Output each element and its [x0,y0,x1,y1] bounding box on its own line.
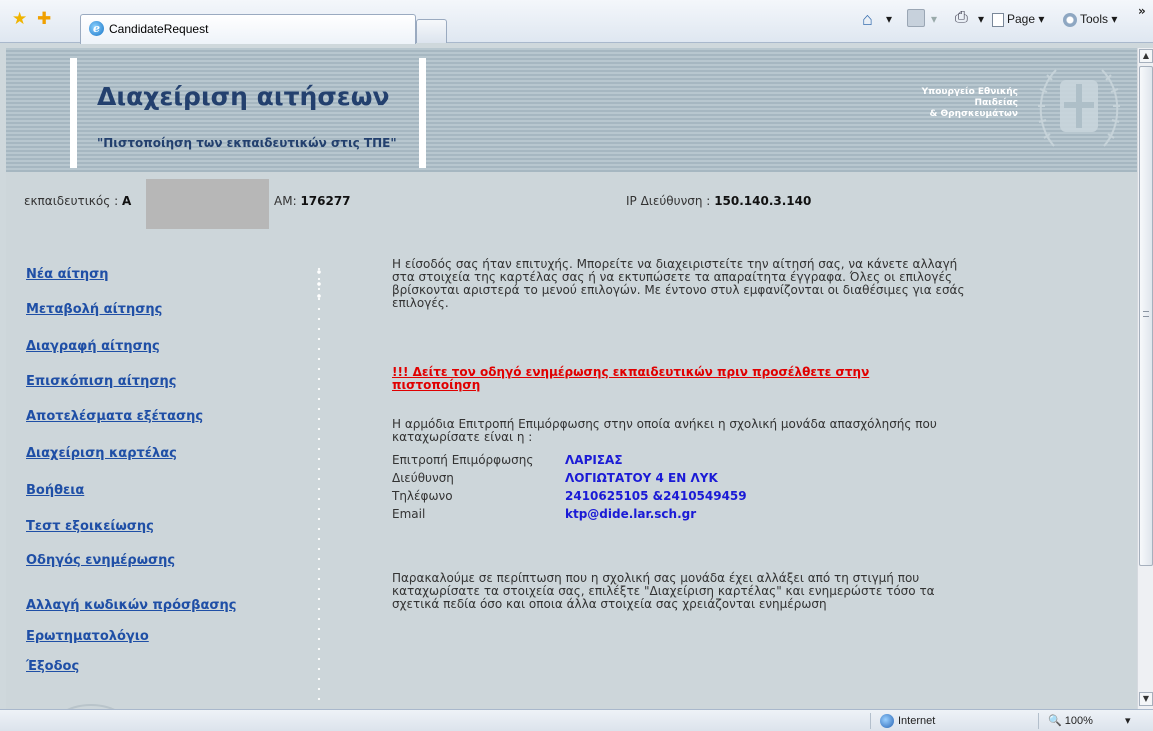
ip-field: IP Διεύθυνση : 150.140.3.140 [626,194,811,208]
scrollbar-thumb[interactable] [1139,66,1153,566]
browser-tab-active[interactable]: e CandidateRequest [80,14,416,44]
address-value: ΛΟΓΙΩΤΑΤΟΥ 4 ΕΝ ΛΥΚ [565,471,718,485]
menu-item-manage-profile[interactable]: Διαχείριση καρτέλας [26,446,177,461]
page-menu-button[interactable]: Page ▾ [992,12,1044,27]
menu-item-help[interactable]: Βοήθεια [26,483,84,498]
title-block: Διαχείριση αιτήσεων "Πιστοποίηση των εκπ… [70,58,426,168]
tools-menu-button[interactable]: Tools ▾ [1063,12,1117,27]
zoom-dropdown-icon[interactable]: ▾ [1125,714,1131,727]
ministry-line: Παιδείας [974,98,1018,108]
dotted-divider-accent [316,266,322,306]
toolbar-overflow-icon[interactable]: » [1138,4,1146,18]
redacted-name-block [146,179,269,229]
menu-item-guide[interactable]: Οδηγός ενημέρωσης [26,553,175,568]
ministry-name: Υπουργείο Εθνικής Παιδείας & Θρησκευμάτω… [922,87,1018,120]
page-icon [992,12,1004,27]
teacher-field: εκπαιδευτικός : Α [24,194,131,208]
home-icon[interactable]: ⌂ [862,9,873,30]
footer-emblem-icon [67,704,115,709]
security-zone[interactable]: Internet [880,714,935,728]
email-value: ktp@dide.lar.sch.gr [565,507,697,521]
page-menu-label: Page [1007,12,1036,26]
menu-item-questionnaire[interactable]: Ερωτηματολόγιο [26,629,149,644]
favorites-star-icon[interactable]: ★ [12,11,27,28]
zoom-value: 100% [1064,715,1093,727]
globe-icon [880,714,894,728]
print-dropdown-icon[interactable]: ▾ [978,12,984,26]
scroll-up-arrow-icon[interactable]: ▲ [1139,49,1153,63]
site-banner: Διαχείριση αιτήσεων "Πιστοποίηση των εκπ… [6,48,1137,172]
guide-notice-link[interactable]: !!! Δείτε τον οδηγό ενημέρωσης εκπαιδευτ… [392,366,892,392]
home-dropdown-icon[interactable]: ▾ [886,12,892,26]
welcome-message: Η είσοδός σας ήταν επιτυχής. Μπορείτε να… [392,257,965,310]
menu-item-modify-application[interactable]: Μεταβολή αίτησης [26,302,162,317]
dotted-divider [317,264,321,704]
committee-label: Επιτροπή Επιμόρφωσης [392,453,534,467]
menu-item-logout[interactable]: Έξοδος [26,659,79,674]
ministry-line: Υπουργείο Εθνικής [921,87,1018,97]
menu-item-review-application[interactable]: Επισκόπιση αίτησης [26,374,176,389]
committee-intro: Η αρμόδια Επιτροπή Επιμόρφωσης στην οποί… [392,417,937,444]
status-bar: Internet 🔍 100% ▾ [0,709,1153,731]
phone-value: 2410625105 &2410549459 [565,489,747,503]
address-label: Διεύθυνση [392,471,454,485]
menu-item-delete-application[interactable]: Διαγραφή αίτησης [26,339,160,354]
vertical-scrollbar[interactable]: ▲ ▼ [1137,48,1153,709]
ip-value: 150.140.3.140 [714,194,812,208]
page-title: Διαχείριση αιτήσεων [97,82,390,111]
security-zone-label: Internet [898,714,936,727]
add-favorites-icon[interactable]: ✚ [37,11,51,28]
browser-toolbar: ★ ✚ e CandidateRequest ⌂ ▾ ▾ ⎙ ▾ Page ▾ … [0,0,1153,44]
page-subtitle: "Πιστοποίηση των εκπαιδευτικών στις ΤΠΕ" [97,136,397,150]
gear-icon [1063,12,1077,27]
update-request-message: Παρακαλούμε σε περίπτωση που η σχολική σ… [392,571,935,611]
tools-menu-label: Tools [1080,12,1109,26]
user-info-row: εκπαιδευτικός : Α ΑΜ: 176277 IP Διεύθυνσ… [6,172,1137,234]
menu-item-new-application[interactable]: Νέα αίτηση [26,267,109,282]
feeds-icon[interactable] [907,9,925,27]
teacher-label: εκπαιδευτικός : [24,194,119,208]
print-icon[interactable]: ⎙ [955,9,968,27]
email-label: Email [392,507,426,521]
am-label: ΑΜ: [274,194,297,208]
ie-icon: e [89,21,104,36]
committee-value: ΛΑΡΙΣΑΣ [565,453,623,467]
new-tab-button[interactable] [416,19,447,43]
scroll-down-arrow-icon[interactable]: ▼ [1139,692,1153,706]
tab-title: CandidateRequest [109,22,209,36]
teacher-name-initial: Α [121,194,132,208]
web-page: Διαχείριση αιτήσεων "Πιστοποίηση των εκπ… [6,48,1137,709]
am-field: ΑΜ: 176277 [274,194,351,208]
menu-item-practice-test[interactable]: Τεστ εξοικείωσης [26,519,154,534]
zoom-level[interactable]: 🔍 100% [1048,714,1093,727]
phone-label: Τηλέφωνο [392,489,453,503]
feeds-dropdown-icon[interactable]: ▾ [931,12,937,26]
scrollbar-grip-icon [1143,311,1149,317]
ministry-emblem-icon [1038,69,1120,147]
ministry-line: & Θρησκευμάτων [929,109,1018,119]
menu-item-exam-results[interactable]: Αποτελέσματα εξέτασης [26,409,203,424]
am-value: 176277 [300,194,351,208]
menu-item-change-password[interactable]: Αλλαγή κωδικών πρόσβασης [26,598,237,613]
status-separator [870,713,871,729]
status-separator [1038,713,1039,729]
ip-label: IP Διεύθυνση : [626,194,711,208]
